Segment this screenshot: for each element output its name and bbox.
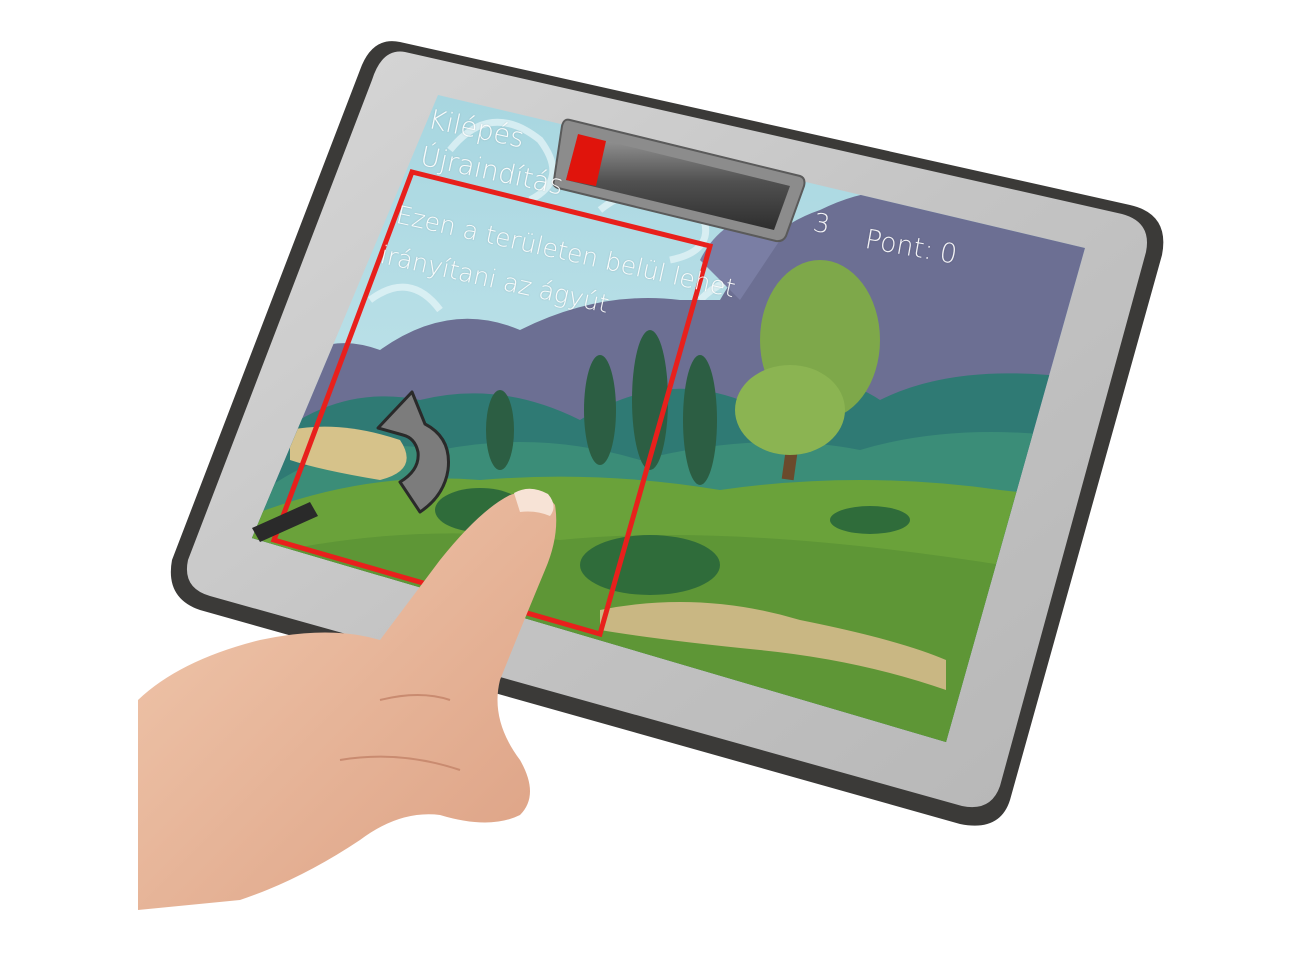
tablet-scene xyxy=(138,41,1164,910)
